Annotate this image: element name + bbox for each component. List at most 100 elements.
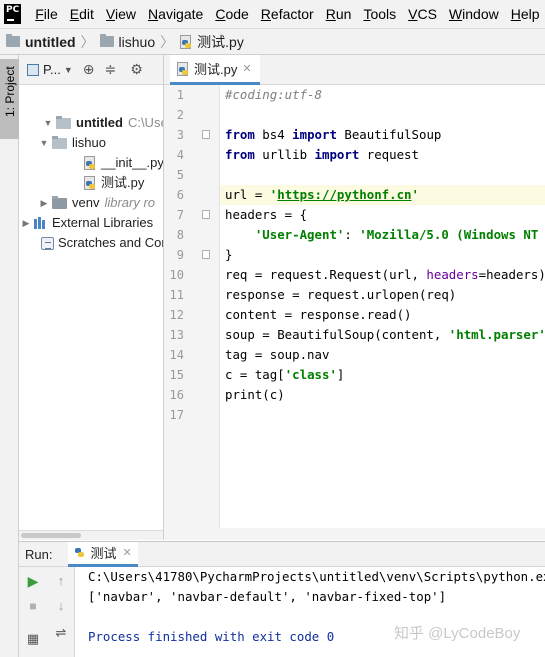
stop-icon[interactable]: ■ bbox=[23, 596, 43, 616]
console-output-line: ['navbar', 'navbar-default', 'navbar-fix… bbox=[88, 589, 447, 604]
line-number: 8 bbox=[176, 228, 184, 242]
expand-arrow-icon[interactable]: ▼ bbox=[39, 133, 49, 153]
tree-node-label: External Libraries bbox=[52, 215, 154, 230]
console-exit-line: Process finished with exit code 0 bbox=[88, 629, 335, 644]
code-text: ] bbox=[336, 367, 345, 382]
code-keyword: import bbox=[292, 127, 337, 142]
code-param: headers bbox=[426, 267, 479, 282]
code-text: soup = BeautifulSoup(content, bbox=[225, 327, 449, 342]
breadcrumb-folder[interactable]: lishuo bbox=[99, 34, 155, 50]
line-number: 14 bbox=[169, 348, 184, 362]
expand-arrow-icon[interactable]: ▼ bbox=[43, 113, 53, 133]
code-line-15: c = tag['class'] bbox=[225, 365, 344, 385]
tree-node-test-py[interactable]: 测试.py bbox=[83, 173, 144, 193]
scrollbar-thumb[interactable] bbox=[21, 533, 81, 538]
layout-icon[interactable]: ▦ bbox=[23, 629, 43, 649]
tree-node-label: 测试.py bbox=[101, 175, 145, 190]
code-line-11: response = request.urlopen(req) bbox=[225, 285, 456, 305]
menu-mnemonic: F bbox=[35, 6, 44, 22]
menu-window[interactable]: Window bbox=[443, 0, 505, 28]
dropdown-arrow-icon[interactable]: ▼ bbox=[64, 65, 73, 75]
breadcrumb-project[interactable]: untitled bbox=[6, 34, 76, 50]
tree-node-venv[interactable]: ▶ venv library ro bbox=[39, 193, 156, 213]
line-number: 3 bbox=[176, 128, 184, 142]
folder-icon bbox=[6, 34, 20, 47]
tree-node-scratches[interactable]: Scratches and Cor bbox=[41, 233, 163, 253]
breadcrumb-file[interactable]: 测试.py bbox=[179, 32, 244, 52]
tree-node-lishuo[interactable]: ▼ lishuo bbox=[39, 133, 106, 153]
close-icon[interactable]: ✕ bbox=[122, 546, 131, 559]
fold-marker-icon[interactable] bbox=[202, 130, 210, 139]
code-text: BeautifulSoup bbox=[336, 127, 442, 142]
code-line-6: url = 'https://pythonf.cn' bbox=[225, 185, 419, 205]
menu-edit[interactable]: Edit bbox=[64, 0, 100, 28]
folder-icon bbox=[99, 34, 114, 47]
menu-refactor[interactable]: Refactor bbox=[255, 0, 320, 28]
arrow-up-icon[interactable]: ↑ bbox=[51, 571, 71, 591]
menu-run[interactable]: Run bbox=[320, 0, 358, 28]
run-toolbar: ▶ ↑ ■ ↓ ▦ ⇌ bbox=[19, 567, 75, 657]
code-editor[interactable]: #coding:utf-8 from bs4 import BeautifulS… bbox=[220, 85, 545, 540]
line-number: 2 bbox=[176, 108, 184, 122]
code-text: request bbox=[359, 147, 419, 162]
menu-vcs[interactable]: VCS bbox=[402, 0, 443, 28]
code-string: 'Mozilla/5.0 (Windows NT 10. bbox=[359, 227, 539, 242]
code-text: tag = soup.nav bbox=[225, 347, 330, 362]
editor-scrollbar[interactable] bbox=[164, 528, 545, 540]
line-number: 10 bbox=[169, 268, 184, 282]
scratches-icon bbox=[41, 236, 54, 250]
python-file-icon bbox=[176, 61, 190, 76]
run-tab-label: 测试 bbox=[90, 546, 117, 561]
collapse-arrow-icon[interactable]: ▶ bbox=[21, 213, 31, 233]
code-text: =headers) bbox=[478, 267, 545, 282]
rerun-icon[interactable]: ▶ bbox=[23, 571, 43, 591]
tree-node-init-py[interactable]: __init__.py bbox=[83, 153, 164, 173]
code-text: print(c) bbox=[225, 387, 285, 402]
run-tool-title: Run: bbox=[25, 546, 53, 562]
run-tab[interactable]: 测试 ✕ bbox=[68, 541, 138, 567]
collapse-arrow-icon[interactable]: ▶ bbox=[39, 193, 49, 213]
code-line-16: print(c) bbox=[225, 385, 285, 405]
locate-target-icon[interactable]: ⊕ bbox=[83, 61, 95, 78]
tree-node-hint: C:\Users bbox=[127, 115, 163, 130]
line-number: 9 bbox=[176, 248, 184, 262]
close-icon[interactable]: ✕ bbox=[242, 62, 251, 75]
project-tool-tab[interactable]: 1: Project bbox=[0, 59, 19, 139]
menu-mnemonic: R bbox=[260, 6, 271, 22]
tree-node-external-libraries[interactable]: ▶ External Libraries bbox=[21, 213, 154, 233]
run-console[interactable]: C:\Users\41780\PycharmProjects\untitled\… bbox=[75, 567, 545, 657]
menu-tools[interactable]: Tools bbox=[357, 0, 402, 28]
code-text: response = request.urlopen(req) bbox=[225, 287, 457, 302]
menu-view[interactable]: View bbox=[100, 0, 142, 28]
breadcrumb-file-label: 测试.py bbox=[197, 33, 244, 50]
editor-tab-test-py[interactable]: 测试.py ✕ bbox=[170, 55, 260, 85]
logo-text: PC bbox=[6, 5, 20, 15]
collapse-all-icon[interactable]: ≑ bbox=[105, 61, 117, 78]
menu-navigate[interactable]: Navigate bbox=[142, 0, 209, 28]
project-tool-tab-label: 1: Project bbox=[3, 66, 17, 117]
menu-code[interactable]: Code bbox=[209, 0, 254, 28]
project-view-selector[interactable]: P... bbox=[43, 62, 61, 77]
line-number: 5 bbox=[176, 168, 184, 182]
code-text: c = tag[ bbox=[225, 367, 285, 382]
menu-mnemonic: V bbox=[105, 6, 116, 22]
fold-marker-icon[interactable] bbox=[202, 210, 210, 219]
menu-label: ools bbox=[370, 6, 397, 22]
arrow-down-icon[interactable]: ↓ bbox=[51, 596, 71, 616]
menu-label: dit bbox=[79, 6, 94, 22]
menu-label: avigate bbox=[158, 6, 204, 22]
line-number: 7 bbox=[176, 208, 184, 222]
menu-file[interactable]: File bbox=[29, 0, 64, 28]
menu-help[interactable]: Help bbox=[505, 0, 545, 28]
soft-wrap-icon[interactable]: ⇌ bbox=[51, 623, 71, 643]
tree-node-root[interactable]: ▼ untitled C:\Users bbox=[43, 113, 163, 133]
editor-tab-label: 测试.py bbox=[194, 62, 238, 77]
project-panel-scrollbar[interactable] bbox=[19, 530, 163, 540]
tree-node-label: venv bbox=[72, 195, 100, 210]
watermark: 知乎 @LyCodeBoy bbox=[394, 625, 521, 642]
fold-marker-icon[interactable] bbox=[202, 250, 210, 259]
gear-icon[interactable]: ⚙ bbox=[130, 61, 143, 78]
tree-node-label: lishuo bbox=[72, 135, 106, 150]
tree-node-label: __init__.py bbox=[101, 155, 164, 170]
code-url-link[interactable]: https://pythonf.cn bbox=[277, 187, 411, 202]
